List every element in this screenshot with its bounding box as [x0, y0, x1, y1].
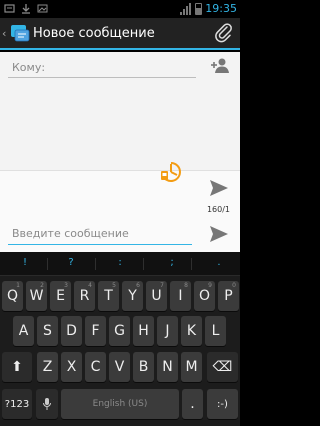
- key-h[interactable]: H: [133, 316, 154, 346]
- key-d[interactable]: D: [61, 316, 82, 346]
- key-label: I: [178, 288, 183, 304]
- suggestion-item[interactable]: ;: [166, 257, 178, 268]
- paperclip-icon[interactable]: [214, 23, 234, 43]
- recipient-input[interactable]: [8, 58, 196, 78]
- key-n[interactable]: N: [157, 352, 178, 382]
- send-icon[interactable]: [208, 177, 230, 199]
- key-sub-label: 8: [184, 282, 188, 289]
- key-i[interactable]: I8: [170, 281, 191, 311]
- key-label: Q: [6, 288, 19, 304]
- messaging-icon[interactable]: [9, 22, 31, 44]
- sim-badge-icon[interactable]: [159, 161, 183, 183]
- key-j[interactable]: J: [157, 316, 178, 346]
- suggestion-item[interactable]: .: [213, 257, 225, 268]
- key-v[interactable]: V: [109, 352, 130, 382]
- key-sub-label: 3: [64, 282, 68, 289]
- key-p[interactable]: P0: [218, 281, 239, 311]
- notification-icons: [4, 3, 48, 14]
- space-key[interactable]: English (US): [61, 389, 179, 419]
- key-label: R: [79, 288, 90, 304]
- key-z[interactable]: Z: [37, 352, 58, 382]
- action-bar: ‹ Новое сообщение: [0, 18, 240, 50]
- key-label: O: [198, 288, 211, 304]
- send-button-icon[interactable]: [208, 223, 230, 245]
- key-l[interactable]: L: [205, 316, 226, 346]
- key-b[interactable]: B: [133, 352, 154, 382]
- key-k[interactable]: K: [181, 316, 202, 346]
- image-icon: [37, 4, 48, 13]
- message-input[interactable]: [8, 223, 192, 245]
- key-c[interactable]: C: [85, 352, 106, 382]
- backspace-key[interactable]: ⌫: [207, 352, 238, 382]
- key-label: W: [29, 288, 44, 304]
- key-e[interactable]: E3: [50, 281, 71, 311]
- key-f[interactable]: F: [85, 316, 106, 346]
- suggestion-item[interactable]: !: [19, 257, 31, 268]
- suggestion-strip: ! ? : ; .: [0, 252, 240, 276]
- key-y[interactable]: Y6: [122, 281, 143, 311]
- add-contact-icon[interactable]: [210, 56, 230, 76]
- key-label: T: [104, 288, 113, 304]
- suggestion-item[interactable]: ?: [65, 257, 77, 268]
- status-bar: 19:35: [0, 0, 240, 18]
- suggestion-item[interactable]: :: [114, 257, 126, 268]
- key-g[interactable]: G: [109, 316, 130, 346]
- key-label: P: [224, 288, 233, 304]
- notification-icon: [4, 4, 15, 13]
- key-sub-label: 0: [232, 282, 236, 289]
- symbols-key[interactable]: ?123: [2, 389, 32, 419]
- key-sub-label: 5: [112, 282, 116, 289]
- download-icon: [22, 4, 30, 14]
- page-title: Новое сообщение: [33, 26, 155, 41]
- back-chevron-icon[interactable]: ‹: [2, 27, 6, 40]
- key-s[interactable]: S: [37, 316, 58, 346]
- key-sub-label: 4: [88, 282, 92, 289]
- mic-key[interactable]: [36, 389, 58, 419]
- system-icons: 19:35: [180, 2, 237, 15]
- compose-area: 160/1: [0, 162, 240, 252]
- key-w[interactable]: W2: [26, 281, 47, 311]
- recipient-area: [0, 52, 240, 170]
- key-sub-label: 2: [40, 282, 44, 289]
- key-u[interactable]: U7: [146, 281, 167, 311]
- shift-key[interactable]: ⬆: [2, 352, 32, 382]
- key-label: E: [56, 288, 65, 304]
- clock: 19:35: [205, 2, 237, 15]
- key-o[interactable]: O9: [194, 281, 215, 311]
- key-sub-label: 7: [160, 282, 164, 289]
- key-t[interactable]: T5: [98, 281, 119, 311]
- signal-icon: [180, 2, 192, 15]
- key-sub-label: 6: [136, 282, 140, 289]
- key-sub-label: 9: [208, 282, 212, 289]
- key-m[interactable]: M: [181, 352, 202, 382]
- char-counter: 160/1: [206, 205, 230, 214]
- mic-icon: [43, 398, 51, 410]
- key-x[interactable]: X: [61, 352, 82, 382]
- key-label: U: [151, 288, 162, 304]
- battery-icon: [195, 2, 203, 15]
- key-r[interactable]: R4: [74, 281, 95, 311]
- period-key[interactable]: .: [182, 389, 203, 419]
- key-a[interactable]: A: [13, 316, 34, 346]
- key-q[interactable]: Q1: [2, 281, 23, 311]
- key-label: Y: [128, 288, 137, 304]
- keyboard: ! ? : ; . Q1 W2 E3 R4 T5 Y6 U7 I8 O9 P0 …: [0, 252, 240, 426]
- smiley-key[interactable]: :-): [207, 389, 238, 419]
- key-sub-label: 1: [16, 282, 20, 289]
